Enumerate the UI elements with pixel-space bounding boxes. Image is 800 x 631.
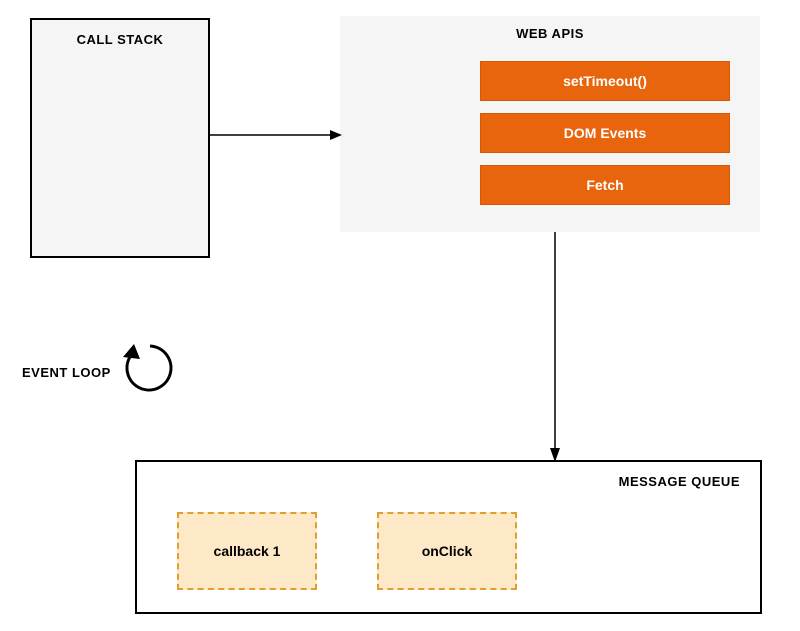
arrow-webapis-to-queue-icon [545,232,565,462]
arrow-callstack-to-webapis-icon [210,125,342,145]
message-queue-box: MESSAGE QUEUE callback 1 onClick [135,460,762,614]
web-apis-title: WEB APIS [340,26,760,41]
call-stack-box: CALL STACK [30,18,210,258]
call-stack-title: CALL STACK [32,32,208,47]
web-apis-box: WEB APIS setTimeout() DOM Events Fetch [340,16,760,232]
message-queue-title: MESSAGE QUEUE [619,474,740,489]
queue-item-callback1: callback 1 [177,512,317,590]
event-loop-icon [120,338,180,398]
api-item-domevents: DOM Events [480,113,730,153]
message-queue-items: callback 1 onClick [177,512,517,590]
queue-item-onclick: onClick [377,512,517,590]
api-item-fetch: Fetch [480,165,730,205]
event-loop-label: EVENT LOOP [22,365,111,380]
api-item-settimeout: setTimeout() [480,61,730,101]
web-apis-list: setTimeout() DOM Events Fetch [480,61,730,205]
